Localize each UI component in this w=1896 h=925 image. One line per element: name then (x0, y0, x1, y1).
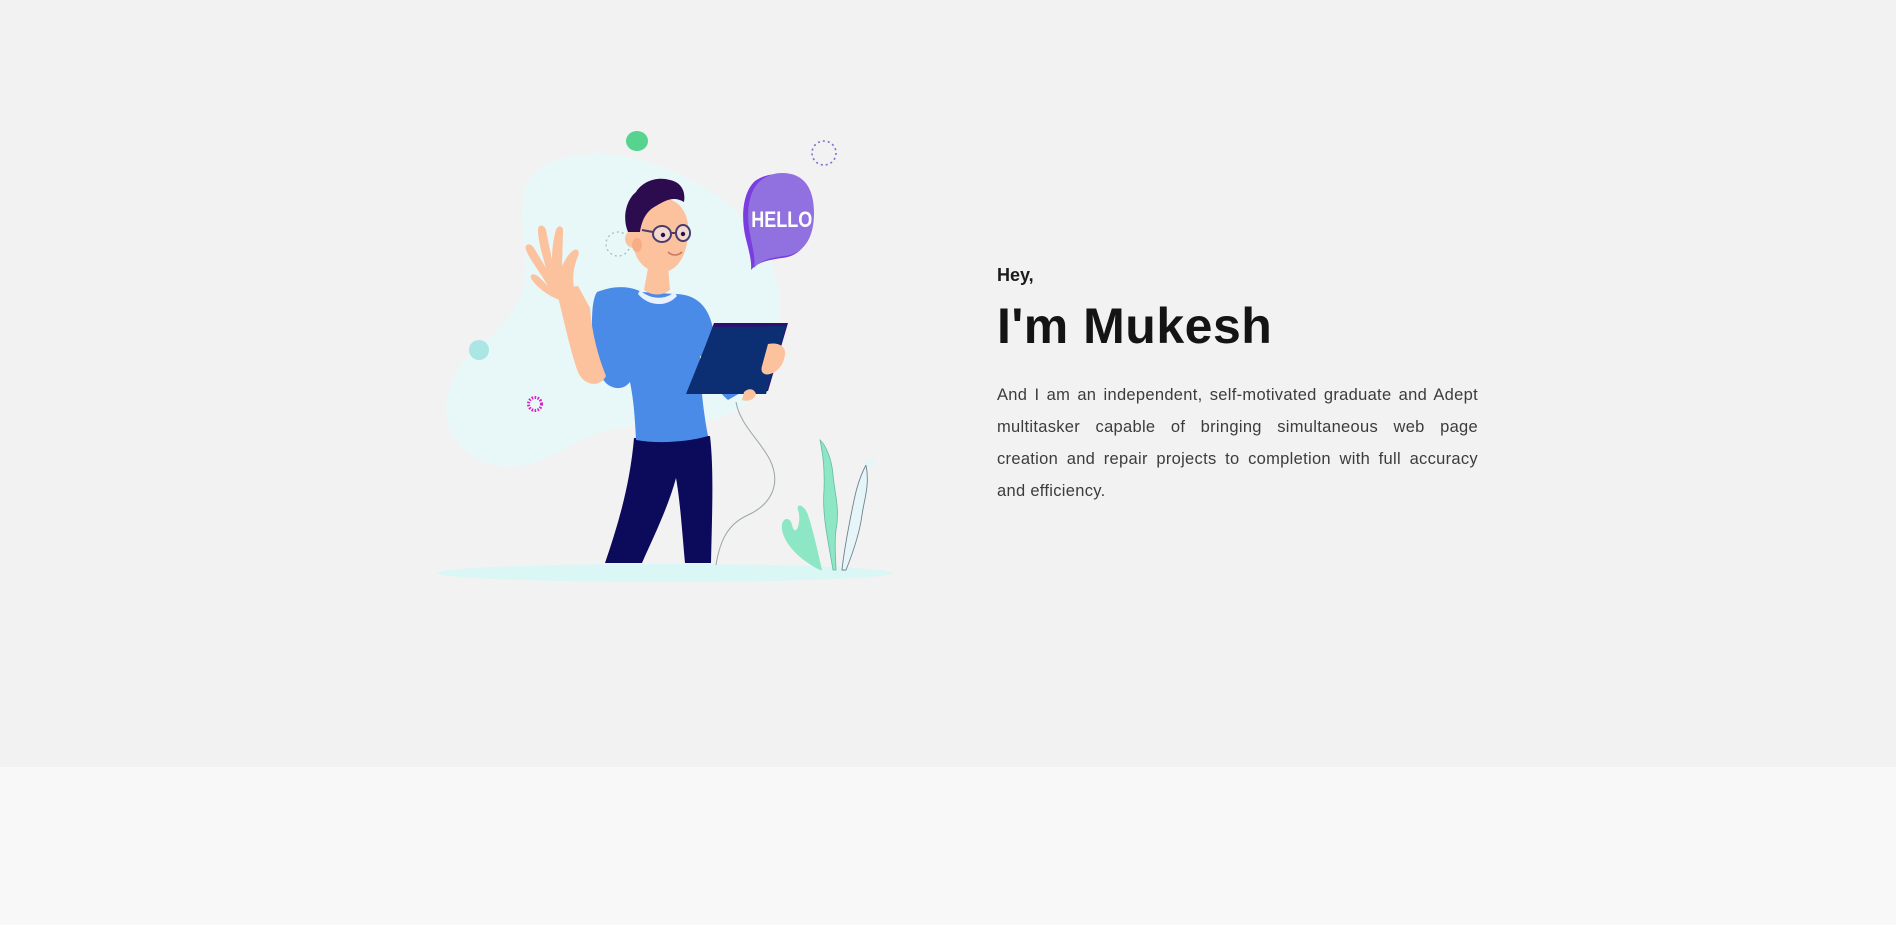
greeting-text: Hey, (997, 265, 1034, 285)
hero-illustration: HELLO (430, 120, 900, 590)
man-eye-left (660, 232, 666, 238)
tablet-cable (715, 401, 776, 566)
green-dot (626, 131, 648, 151)
waving-man-illustration: HELLO (437, 131, 893, 582)
plant-decoration (781, 438, 876, 571)
man-eye-right (680, 231, 686, 237)
bio-paragraph: And I am an independent, self-motivated … (997, 386, 1478, 500)
intro-text-block: Hey, I'm Mukesh And I am an independent,… (997, 255, 1478, 507)
lower-section (0, 767, 1896, 925)
dotted-circle-right (811, 140, 837, 166)
speech-bubble-text: HELLO (751, 208, 812, 232)
page-title: I'm Mukesh (997, 298, 1273, 354)
man-ear (632, 238, 642, 252)
ground-shadow (437, 564, 893, 582)
hello-speech-bubble: HELLO (743, 173, 814, 270)
teal-dot (469, 340, 489, 360)
man-legs (605, 436, 713, 563)
hero-section: HELLO Hey, I'm Mukesh And I am an indepe… (0, 0, 1896, 767)
